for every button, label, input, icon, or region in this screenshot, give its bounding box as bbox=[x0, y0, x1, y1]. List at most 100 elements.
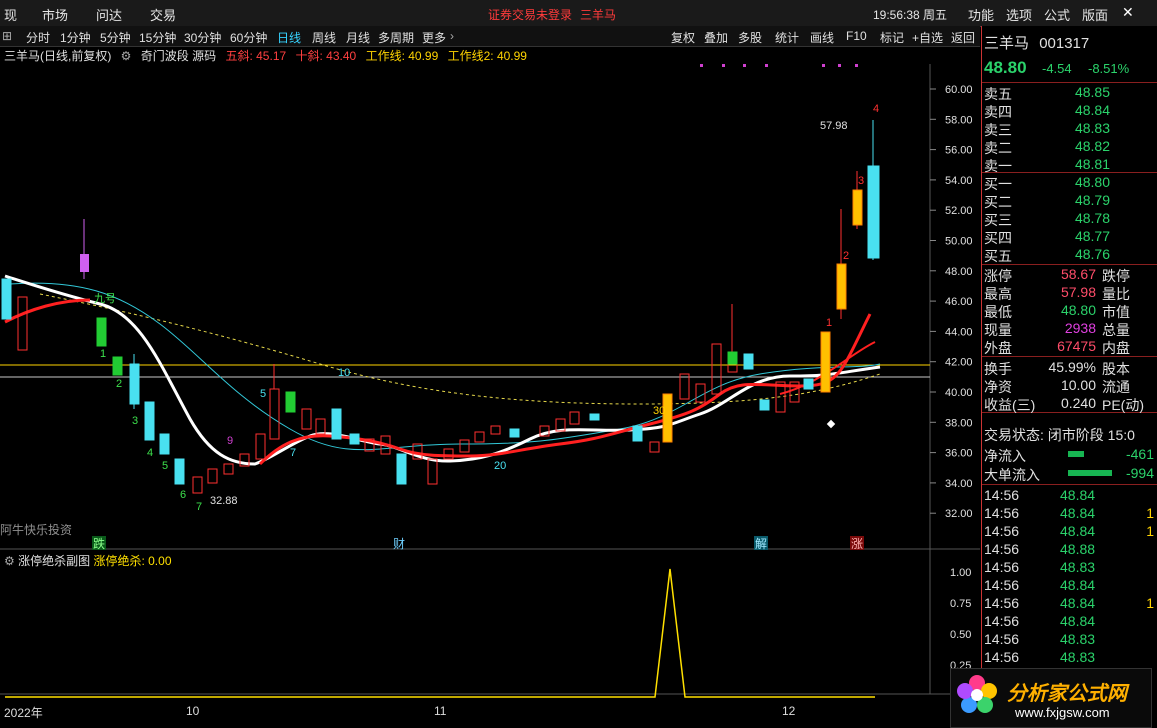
ask-level-row[interactable]: 卖三 48.83 bbox=[984, 120, 1156, 138]
tick-row[interactable]: 14:56 48.83 bbox=[984, 559, 1156, 577]
period-tab-weekly[interactable]: 周线 bbox=[312, 29, 336, 46]
svg-text:1: 1 bbox=[826, 317, 832, 329]
period-tab-15min[interactable]: 15分钟 bbox=[139, 29, 176, 46]
stat-row[interactable]: 涨停 58.67 跌停 bbox=[984, 266, 1156, 284]
legend-workline2: 工作线2: 40.99 bbox=[447, 49, 527, 63]
long-ma-line bbox=[39, 293, 881, 405]
tool-statistics[interactable]: 统计 bbox=[775, 29, 799, 46]
stat-row[interactable]: 最低 48.80 市值 bbox=[984, 302, 1156, 320]
stat-row[interactable]: 外盘 67475 内盘 bbox=[984, 338, 1156, 356]
tick-row[interactable]: 14:56 48.84 bbox=[984, 577, 1156, 595]
tick-row[interactable]: 14:56 48.84 1 bbox=[984, 595, 1156, 613]
ask-level-row[interactable]: 卖一 48.81 bbox=[984, 156, 1156, 174]
period-tab-1min[interactable]: 1分钟 bbox=[60, 29, 91, 46]
indicator-settings-icon[interactable]: ⚙ bbox=[121, 49, 132, 63]
quote-pct: -8.51% bbox=[1088, 61, 1130, 76]
tool-mark[interactable]: 标记 bbox=[880, 29, 904, 46]
price-tick-label: 52.00 bbox=[945, 205, 973, 217]
down-candles bbox=[1, 120, 880, 485]
price-tick-label: 60.00 bbox=[945, 84, 973, 96]
svg-text:5: 5 bbox=[260, 388, 266, 400]
tool-overlay[interactable]: 叠加 bbox=[704, 29, 728, 46]
quote-stock-name: 三羊马 bbox=[984, 35, 1030, 52]
stat-row[interactable]: 换手 45.99% 股本 bbox=[984, 359, 1156, 377]
sub-settings-icon[interactable]: ⚙ bbox=[4, 554, 15, 568]
tool-restore-rights[interactable]: 复权 bbox=[671, 29, 695, 46]
ask-level-row[interactable]: 卖四 48.84 bbox=[984, 102, 1156, 120]
svg-text:30: 30 bbox=[653, 405, 665, 417]
tool-add-favorite[interactable]: +自选 bbox=[912, 29, 943, 46]
tool-draw-line[interactable]: 画线 bbox=[810, 29, 834, 46]
chart-legend: 三羊马(日线,前复权) ⚙ 奇门波段 源码 五斜: 45.17 十斜: 43.4… bbox=[4, 47, 533, 63]
ask-level-row[interactable]: 卖五 48.85 bbox=[984, 84, 1156, 102]
low-label: 32.88 bbox=[210, 495, 238, 507]
period-tab-multi[interactable]: 多周期 bbox=[378, 29, 414, 46]
menu-item-wenda[interactable]: 问达 bbox=[96, 5, 122, 24]
top-markers bbox=[700, 64, 858, 67]
tick-row[interactable]: 14:56 48.84 1 bbox=[984, 523, 1156, 541]
stat-row[interactable]: 收益(三) 0.240 PE(动) bbox=[984, 395, 1156, 413]
legend-workline: 工作线: 40.99 bbox=[365, 49, 439, 63]
net-inflow-row: 净流入 -461 bbox=[984, 446, 1154, 464]
menu-layout[interactable]: 版面 bbox=[1082, 5, 1108, 24]
bid-level-row[interactable]: 买四 48.77 bbox=[984, 228, 1156, 246]
date-label-dec: 12 bbox=[782, 704, 796, 718]
tick-row[interactable]: 14:56 48.84 1 bbox=[984, 505, 1156, 523]
svg-text:3: 3 bbox=[132, 415, 138, 427]
stat-row[interactable]: 净资 10.00 流通 bbox=[984, 377, 1156, 395]
menu-options[interactable]: 选项 bbox=[1006, 5, 1032, 24]
sub-tick-label: 1.00 bbox=[950, 567, 971, 579]
indicator-name[interactable]: 奇门波段 源码 bbox=[141, 49, 216, 63]
stat-row[interactable]: 现量 2938 总量 bbox=[984, 320, 1156, 338]
tool-back[interactable]: 返回 bbox=[951, 29, 975, 46]
period-tab-more[interactable]: 更多 bbox=[422, 29, 446, 46]
logo-url[interactable]: www.fxjgsw.com bbox=[1015, 705, 1110, 720]
date-label-nov: 11 bbox=[434, 704, 447, 718]
quote-panel: 三羊马 001317 48.80 -4.54 -8.51% 交易状态: 闭市阶段… bbox=[981, 26, 1157, 728]
tick-row[interactable]: 14:56 48.84 bbox=[984, 613, 1156, 631]
marker-die: 跌 bbox=[93, 536, 105, 551]
period-bar: ⊞ 分时 1分钟 5分钟 15分钟 30分钟 60分钟 日线 周线 月线 多周期… bbox=[0, 26, 980, 47]
date-label-oct: 10 bbox=[186, 704, 200, 718]
candlestick-chart[interactable]: 60.00 58.00 56.00 54.00 52.00 50.00 48.00 46.00… bbox=[0, 64, 980, 704]
tick-row[interactable]: 14:56 48.83 bbox=[984, 631, 1156, 649]
period-tab-30min[interactable]: 30分钟 bbox=[184, 29, 221, 46]
menu-item-trade[interactable]: 交易 bbox=[150, 5, 176, 24]
period-tab-5min[interactable]: 5分钟 bbox=[100, 29, 131, 46]
price-tick-label: 40.00 bbox=[945, 387, 973, 399]
period-tab-monthly[interactable]: 月线 bbox=[346, 29, 370, 46]
svg-text:2: 2 bbox=[116, 378, 122, 390]
tool-f10[interactable]: F10 bbox=[846, 29, 867, 43]
period-tab-minute-chart[interactable]: 分时 bbox=[26, 29, 50, 46]
tick-row[interactable]: 14:56 48.83 bbox=[984, 649, 1156, 667]
legend-ma5: 五斜: 45.17 bbox=[225, 49, 287, 63]
marker-jie: 解 bbox=[755, 537, 767, 551]
bid-level-row[interactable]: 买二 48.79 bbox=[984, 192, 1156, 210]
bid-level-row[interactable]: 买一 48.80 bbox=[984, 174, 1156, 192]
ask-level-row[interactable]: 卖二 48.82 bbox=[984, 138, 1156, 156]
login-notice[interactable]: 证券交易未登录 bbox=[488, 6, 572, 23]
quote-price: 48.80 bbox=[984, 58, 1027, 77]
window-close-icon[interactable]: ✕ bbox=[1122, 4, 1136, 20]
tick-row[interactable]: 14:56 48.84 bbox=[984, 487, 1156, 505]
menu-item-market[interactable]: 市场 bbox=[42, 5, 68, 24]
menu-item-current[interactable]: 现 bbox=[4, 5, 17, 24]
menu-function[interactable]: 功能 bbox=[968, 5, 994, 24]
high-label: 57.98 bbox=[820, 120, 848, 132]
tick-row[interactable]: 14:56 48.88 bbox=[984, 541, 1156, 559]
period-tab-60min[interactable]: 60分钟 bbox=[230, 29, 267, 46]
site-logo: 分析家公式网 www.fxjgsw.com bbox=[950, 668, 1152, 728]
date-axis: 2022年 10 11 12 bbox=[0, 700, 930, 720]
bid-level-row[interactable]: 买三 48.78 bbox=[984, 210, 1156, 228]
flower-logo-icon bbox=[957, 675, 997, 715]
chevron-right-icon[interactable]: › bbox=[450, 29, 454, 43]
period-tab-daily[interactable]: 日线 bbox=[277, 29, 301, 46]
sub-chart-title[interactable]: 涨停绝杀副图 bbox=[18, 554, 90, 568]
stat-row[interactable]: 最高 57.98 量比 bbox=[984, 284, 1156, 302]
svg-text:6: 6 bbox=[180, 489, 186, 501]
panel-toggle-icon[interactable]: ⊞ bbox=[2, 29, 12, 43]
bid-level-row[interactable]: 买五 48.76 bbox=[984, 246, 1156, 264]
price-tick-label: 42.00 bbox=[945, 357, 973, 369]
menu-formula[interactable]: 公式 bbox=[1044, 5, 1070, 24]
tool-multi-stock[interactable]: 多股 bbox=[738, 29, 762, 46]
